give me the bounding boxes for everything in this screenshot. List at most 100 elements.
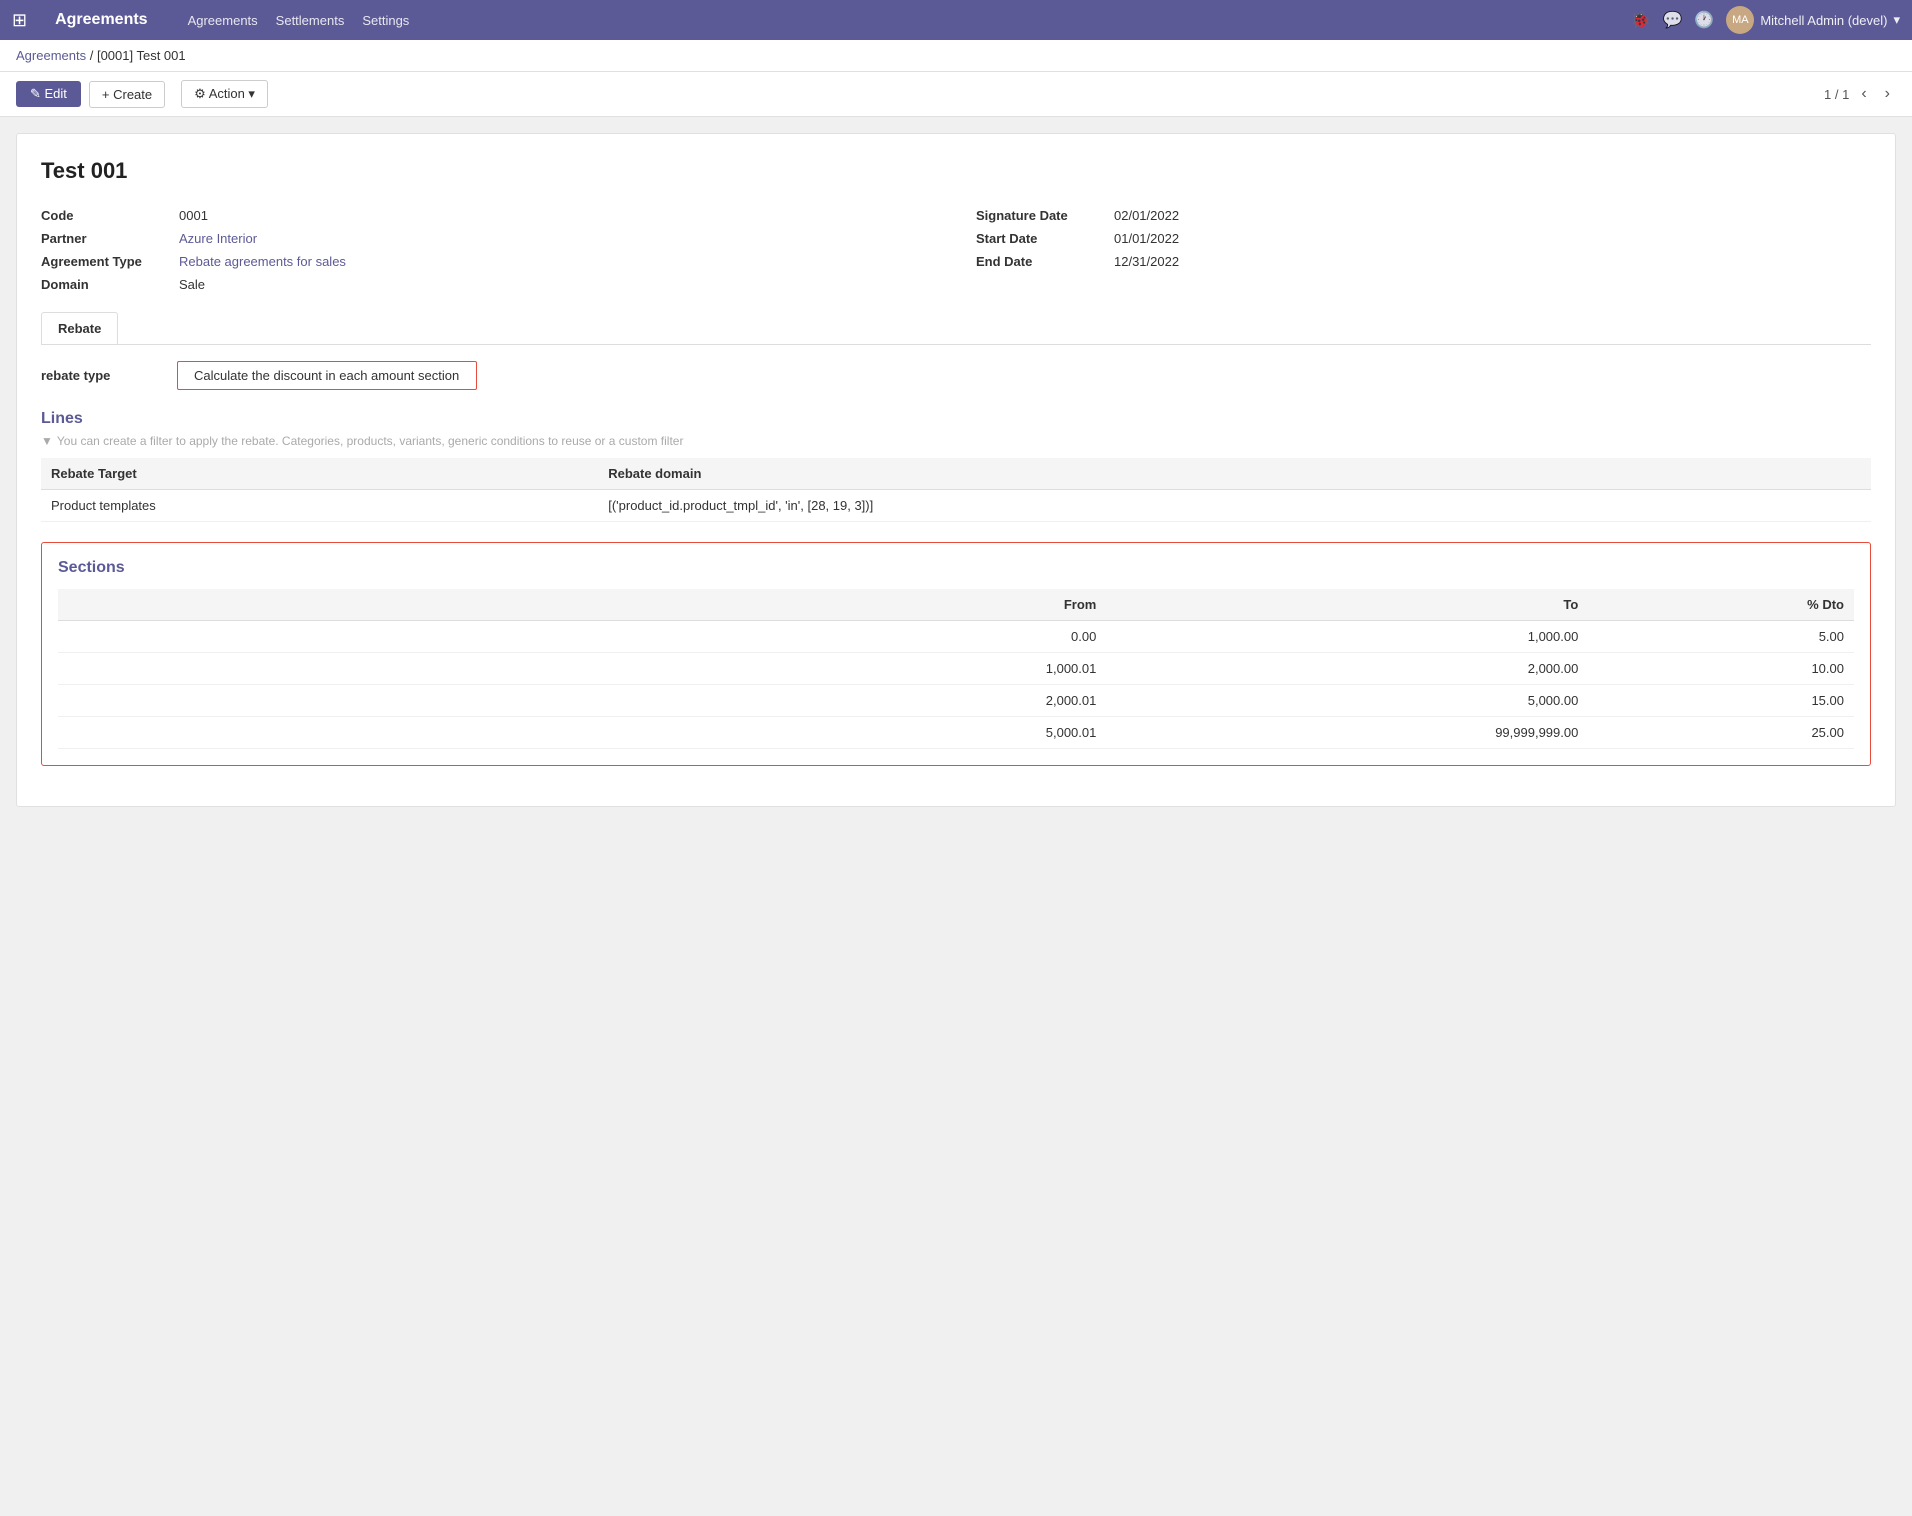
cell-to: 1,000.00 — [1106, 621, 1588, 653]
breadcrumb-parent[interactable]: Agreements — [16, 48, 86, 63]
code-value: 0001 — [179, 208, 208, 223]
user-name: Mitchell Admin (devel) — [1760, 13, 1887, 28]
start-date-value: 01/01/2022 — [1114, 231, 1179, 246]
sections-table-body: 0.00 1,000.00 5.00 1,000.01 2,000.00 10.… — [58, 621, 1854, 749]
filter-icon: ▼ — [41, 434, 53, 448]
col-rebate-domain: Rebate domain — [598, 458, 1871, 490]
table-row: Product templates [('product_id.product_… — [41, 490, 1871, 522]
domain-value: Sale — [179, 277, 205, 292]
pagination-prev[interactable]: ‹ — [1855, 83, 1872, 105]
table-row: 5,000.01 99,999,999.00 25.00 — [58, 717, 1854, 749]
partner-label: Partner — [41, 231, 171, 246]
user-menu[interactable]: MA Mitchell Admin (devel) ▾ — [1726, 6, 1900, 34]
col-dto: % Dto — [1588, 589, 1854, 621]
cell-from: 5,000.01 — [776, 717, 1106, 749]
top-navigation: ⊞ Agreements Agreements Settlements Sett… — [0, 0, 1912, 40]
user-dropdown-icon: ▾ — [1893, 12, 1900, 28]
partner-link[interactable]: Azure Interior — [179, 231, 257, 246]
toolbar: ✎ Edit + Create ⚙ Action ▾ 1 / 1 ‹ › — [0, 72, 1912, 117]
app-name: Agreements — [55, 11, 147, 29]
tabs-bar: Rebate — [41, 312, 1871, 345]
lines-section-title: Lines — [41, 410, 1871, 428]
sections-table: From To % Dto 0.00 1,000.00 5.00 1,000.0… — [58, 589, 1854, 749]
cell-to: 5,000.00 — [1106, 685, 1588, 717]
pagination-next[interactable]: › — [1879, 83, 1896, 105]
cell-to: 99,999,999.00 — [1106, 717, 1588, 749]
avatar: MA — [1726, 6, 1754, 34]
sections-table-header: From To % Dto — [58, 589, 1854, 621]
filter-hint: ▼ You can create a filter to apply the r… — [41, 434, 1871, 448]
cell-from: 2,000.01 — [776, 685, 1106, 717]
menu-settings[interactable]: Settings — [362, 9, 409, 32]
lines-table-header: Rebate Target Rebate domain — [41, 458, 1871, 490]
grid-menu-icon[interactable]: ⊞ — [12, 10, 27, 31]
chat-icon[interactable]: 💬 — [1662, 10, 1682, 30]
field-domain: Domain Sale — [41, 273, 936, 296]
create-button[interactable]: + Create — [89, 81, 165, 108]
rebate-type-label: rebate type — [41, 368, 161, 383]
cell-from: 0.00 — [776, 621, 1106, 653]
main-content: Test 001 Code 0001 Partner Azure Interio… — [0, 117, 1912, 1513]
sections-title: Sections — [58, 559, 1854, 577]
cell-rebate-domain: [('product_id.product_tmpl_id', 'in', [2… — [598, 490, 1871, 522]
tab-content-rebate: rebate type Calculate the discount in ea… — [41, 345, 1871, 782]
field-partner: Partner Azure Interior — [41, 227, 936, 250]
pagination-text: 1 / 1 — [1824, 87, 1849, 102]
record-card: Test 001 Code 0001 Partner Azure Interio… — [16, 133, 1896, 807]
field-agreement-type: Agreement Type Rebate agreements for sal… — [41, 250, 936, 273]
col-to: To — [1106, 589, 1588, 621]
agreement-type-label: Agreement Type — [41, 254, 171, 269]
agreement-type-value: Rebate agreements for sales — [179, 254, 346, 269]
cell-dto: 25.00 — [1588, 717, 1854, 749]
code-label: Code — [41, 208, 171, 223]
field-signature-date: Signature Date 02/01/2022 — [976, 204, 1871, 227]
right-fields: Signature Date 02/01/2022 Start Date 01/… — [976, 204, 1871, 296]
field-start-date: Start Date 01/01/2022 — [976, 227, 1871, 250]
record-title: Test 001 — [41, 158, 1871, 184]
menu-settlements[interactable]: Settlements — [276, 9, 345, 32]
sections-box: Sections From To % Dto 0.00 1,000.00 5.0… — [41, 542, 1871, 766]
signature-date-label: Signature Date — [976, 208, 1106, 223]
agreement-type-link[interactable]: Rebate agreements for sales — [179, 254, 346, 269]
partner-value: Azure Interior — [179, 231, 257, 246]
cell-to: 2,000.00 — [1106, 653, 1588, 685]
edit-button[interactable]: ✎ Edit — [16, 81, 81, 107]
field-end-date: End Date 12/31/2022 — [976, 250, 1871, 273]
table-row: 2,000.01 5,000.00 15.00 — [58, 685, 1854, 717]
tab-rebate[interactable]: Rebate — [41, 312, 118, 344]
cell-dto: 10.00 — [1588, 653, 1854, 685]
signature-date-value: 02/01/2022 — [1114, 208, 1179, 223]
top-right-icons: 🐞 💬 🕐 MA Mitchell Admin (devel) ▾ — [1631, 6, 1900, 34]
cell-dto: 5.00 — [1588, 621, 1854, 653]
action-button[interactable]: ⚙ Action ▾ — [181, 80, 268, 108]
table-row: 0.00 1,000.00 5.00 — [58, 621, 1854, 653]
top-menu: Agreements Settlements Settings — [188, 9, 1611, 32]
cell-empty — [58, 717, 776, 749]
clock-icon[interactable]: 🕐 — [1694, 10, 1714, 30]
menu-agreements[interactable]: Agreements — [188, 9, 258, 32]
field-code: Code 0001 — [41, 204, 936, 227]
filter-hint-text: You can create a filter to apply the reb… — [57, 434, 684, 448]
cell-rebate-target: Product templates — [41, 490, 598, 522]
cell-empty — [58, 621, 776, 653]
end-date-label: End Date — [976, 254, 1106, 269]
lines-table: Rebate Target Rebate domain Product temp… — [41, 458, 1871, 522]
form-fields: Code 0001 Partner Azure Interior Agreeme… — [41, 204, 1871, 296]
left-fields: Code 0001 Partner Azure Interior Agreeme… — [41, 204, 936, 296]
pagination: 1 / 1 ‹ › — [1824, 83, 1896, 105]
col-sections-empty — [58, 589, 776, 621]
cell-empty — [58, 653, 776, 685]
lines-header-row: Rebate Target Rebate domain — [41, 458, 1871, 490]
col-rebate-target: Rebate Target — [41, 458, 598, 490]
cell-dto: 15.00 — [1588, 685, 1854, 717]
rebate-type-value: Calculate the discount in each amount se… — [177, 361, 477, 390]
cell-empty — [58, 685, 776, 717]
breadcrumb: Agreements / [0001] Test 001 — [0, 40, 1912, 72]
start-date-label: Start Date — [976, 231, 1106, 246]
end-date-value: 12/31/2022 — [1114, 254, 1179, 269]
sections-header-row: From To % Dto — [58, 589, 1854, 621]
col-from: From — [776, 589, 1106, 621]
cell-from: 1,000.01 — [776, 653, 1106, 685]
breadcrumb-current: [0001] Test 001 — [97, 48, 186, 63]
bug-icon[interactable]: 🐞 — [1631, 10, 1651, 30]
